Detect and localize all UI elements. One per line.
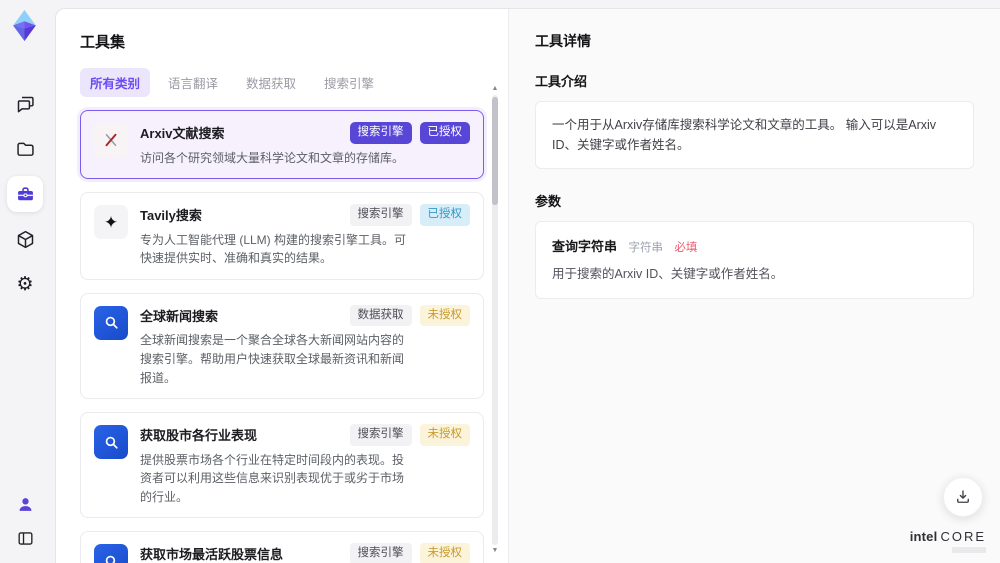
rail-bottom: [7, 491, 43, 551]
tool-card[interactable]: Arxiv文献搜索 搜索引擎 已授权 访问各个研究领域大量科学论文和文章的存储库。: [80, 110, 484, 180]
stock-search-icon: [94, 544, 128, 563]
tool-description: 提供股票市场各个行业在特定时间段内的表现。投资者可以利用这些信息来识别表现优于或…: [140, 452, 405, 504]
tool-card[interactable]: ✦ Tavily搜索 搜索引擎 已授权 专为人工智能代理 (LLM) 构建的搜索引擎工具…: [80, 192, 484, 280]
tool-name: Arxiv文献搜索: [140, 126, 225, 141]
tool-name: 获取股市各行业表现: [140, 428, 258, 444]
panel-toggle-icon[interactable]: [7, 525, 43, 551]
intro-heading: 工具介绍: [535, 74, 588, 89]
tool-list: Arxiv文献搜索 搜索引擎 已授权 访问各个研究领域大量科学论文和文章的存储库。 ✦ T…: [80, 110, 508, 563]
category-badge: 搜索引擎: [349, 424, 412, 446]
toolset-pane: 工具集 所有类别 语言翻译 数据获取 搜索引擎 Arxiv文献搜索 搜索引擎 已授权 访问各…: [56, 9, 508, 563]
intro-box: 一个用于从Arxiv存储库搜索科学论文和文章的工具。 输入可以是Arxiv ID…: [535, 101, 974, 169]
app-window: ⚙ 工具集 所有类别 语言翻译 数据获取 搜索引擎 Arxiv文献搜索 搜索引擎…: [0, 0, 1000, 563]
param-required-badge: 必填: [674, 242, 698, 254]
status-badge: 未授权: [419, 424, 470, 446]
detail-title: 工具详情: [535, 33, 591, 49]
param-name: 查询字符串: [552, 239, 618, 254]
rail-nav: ⚙: [7, 86, 43, 302]
download-button[interactable]: [943, 477, 983, 517]
tool-description: 全球新闻搜索是一个聚合全球各大新闻网站内容的搜索引擎。帮助用户快速获取全球最新资…: [140, 333, 405, 385]
toolbox-icon[interactable]: [7, 176, 43, 212]
status-badge: 未授权: [419, 304, 470, 327]
brand-intel-text: intel: [909, 528, 938, 544]
app-logo-diamond-icon[interactable]: [8, 9, 41, 42]
tool-name: 获取市场最活跃股票信息: [140, 547, 284, 563]
user-icon[interactable]: [7, 491, 43, 517]
params-heading: 参数: [535, 194, 562, 209]
chat-icon[interactable]: [7, 86, 43, 122]
page-title: 工具集: [80, 34, 126, 51]
package-icon[interactable]: [7, 221, 43, 257]
param-header: 查询字符串 字符串 必填: [552, 236, 957, 256]
left-rail: ⚙: [0, 0, 55, 563]
folder-icon[interactable]: [7, 131, 43, 167]
status-badge: 已授权: [419, 122, 470, 144]
tab-2[interactable]: 数据获取: [236, 68, 306, 97]
category-badge: 搜索引擎: [349, 122, 412, 144]
tool-detail-pane: 工具详情 工具介绍 一个用于从Arxiv存储库搜索科学论文和文章的工具。 输入可…: [508, 9, 1000, 563]
tab-all-categories[interactable]: 所有类别: [80, 68, 151, 97]
status-badge: 已授权: [419, 204, 470, 226]
brand-sub-mark: [952, 547, 986, 553]
arxiv-icon: [94, 123, 128, 157]
list-scrollbar[interactable]: ▲ ▼: [491, 85, 499, 555]
category-badge: 数据获取: [349, 304, 412, 327]
category-badge: 搜索引擎: [349, 543, 412, 563]
param-description: 用于搜索的Arxiv ID、关键字或作者姓名。: [552, 267, 784, 281]
status-badge: 未授权: [419, 543, 470, 563]
category-tabs: 所有类别 语言翻译 数据获取 搜索引擎: [80, 68, 508, 97]
category-badge: 搜索引擎: [349, 204, 412, 226]
news-search-icon: [94, 305, 128, 340]
scrollbar-thumb[interactable]: [492, 97, 498, 205]
tool-card[interactable]: 获取股市各行业表现 搜索引擎 未授权 提供股票市场各个行业在特定时间段内的表现。投资者…: [80, 412, 484, 519]
tool-name: Tavily搜索: [140, 208, 202, 224]
stock-search-icon: [94, 425, 128, 460]
tool-name: 全球新闻搜索: [140, 308, 219, 324]
tab-3[interactable]: 搜索引擎: [314, 68, 384, 97]
scroll-down-icon[interactable]: ▼: [491, 547, 499, 555]
tool-card[interactable]: 获取市场最活跃股票信息搜索引擎未授权提供当天交易量最高的股票列表，投资者可以利用…: [80, 531, 484, 563]
tavily-sparkle-icon: ✦: [94, 205, 128, 240]
main-panel: 工具集 所有类别 语言翻译 数据获取 搜索引擎 Arxiv文献搜索 搜索引擎 已授权 访问各…: [55, 8, 1000, 563]
param-box: 查询字符串 字符串 必填 用于搜索的Arxiv ID、关键字或作者姓名。: [535, 221, 974, 299]
scroll-up-icon[interactable]: ▲: [491, 85, 499, 93]
param-type: 字符串: [628, 242, 663, 254]
download-icon: [957, 490, 969, 503]
brand-core-text: core: [940, 528, 986, 544]
tab-1[interactable]: 语言翻译: [158, 68, 228, 97]
settings-gear-icon[interactable]: ⚙: [7, 266, 43, 302]
intel-core-logo: intel core: [909, 528, 986, 553]
tool-description: 访问各个研究领域大量科学论文和文章的存储库。: [140, 150, 405, 165]
tool-card[interactable]: 全球新闻搜索 数据获取 未授权 全球新闻搜索是一个聚合全球各大新闻网站内容的搜索引擎。…: [80, 292, 484, 400]
tool-description: 专为人工智能代理 (LLM) 构建的搜索引擎工具。可快速提供实时、准确和真实的结…: [140, 232, 407, 266]
